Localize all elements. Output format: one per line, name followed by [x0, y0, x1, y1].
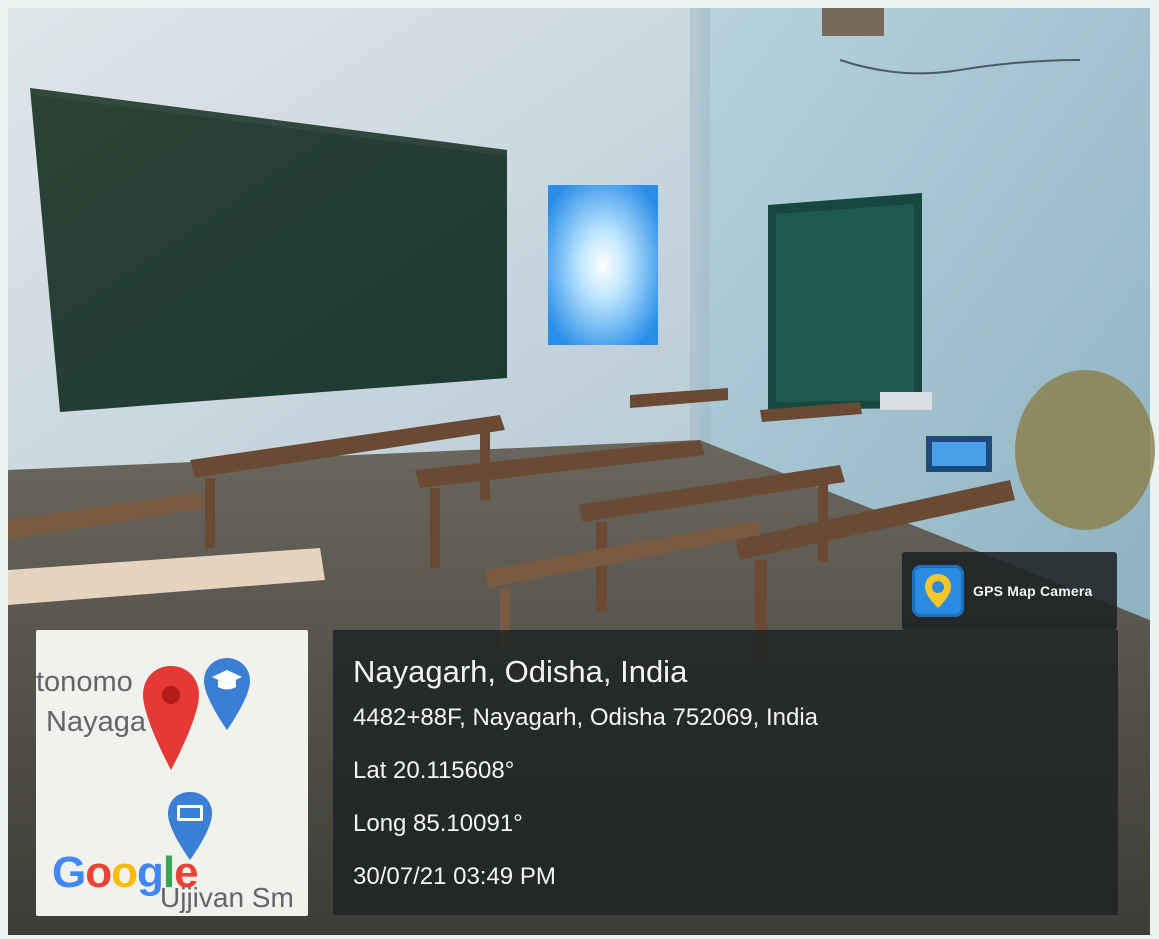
location-title: Nayagarh, Odisha, India — [353, 654, 688, 689]
red-location-pin-icon — [143, 666, 199, 770]
map-place-label-1: tonomo — [36, 666, 133, 698]
map-thumbnail: tonomo Nayaga Google Ujjivan Sm — [36, 630, 308, 916]
google-letter-G: G — [52, 848, 86, 897]
map-poi-label: Ujjivan Sm — [160, 882, 294, 913]
map-pin-app-icon — [912, 565, 964, 617]
google-letter-o2: o — [111, 848, 138, 897]
location-address: 4482+88F, Nayagarh, Odisha 752069, India — [353, 704, 819, 731]
latitude-readout: Lat 20.115608° — [353, 757, 515, 784]
graduation-cap-pin-icon — [204, 658, 250, 730]
datetime-readout: 30/07/21 03:49 PM — [353, 863, 556, 890]
longitude-readout: Long 85.10091° — [353, 810, 523, 837]
location-info-panel: Nayagarh, Odisha, India 4482+88F, Nayaga… — [333, 630, 1118, 915]
google-letter-o1: o — [85, 848, 112, 897]
app-name-label: GPS Map Camera — [973, 583, 1093, 599]
gps-map-camera-badge: GPS Map Camera — [902, 552, 1117, 630]
map-place-label-2: Nayaga — [46, 706, 146, 738]
